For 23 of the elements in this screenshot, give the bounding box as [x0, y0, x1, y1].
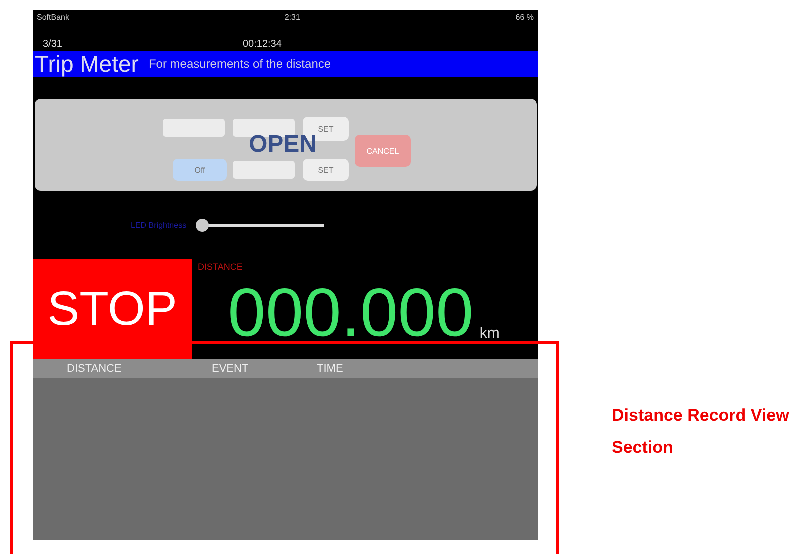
input-field[interactable]: [233, 119, 295, 137]
brightness-label: LED Brightness: [131, 220, 187, 230]
toggle-button[interactable]: Off: [173, 159, 227, 181]
stop-button[interactable]: STOP: [33, 259, 192, 359]
annotation-label: Distance Record View Section: [612, 405, 790, 459]
clock: 2:31: [284, 12, 300, 22]
distance-value: 000.000: [228, 278, 474, 348]
column-header: DISTANCE: [66, 362, 123, 374]
unit-label: km: [480, 325, 500, 344]
app-title: Trip Meter: [35, 50, 139, 78]
input-field[interactable]: [163, 119, 225, 137]
app-subtitle: For measurements of the distance: [148, 57, 332, 71]
column-header: EVENT: [212, 362, 250, 374]
distance-label: DISTANCE: [198, 261, 244, 272]
carrier-label: SoftBank: [37, 12, 70, 22]
slider-thumb[interactable]: [196, 218, 210, 232]
elapsed-time: 00:12:34: [243, 39, 282, 50]
date-label: 3/31: [43, 39, 64, 50]
battery-label: 66 %: [516, 12, 534, 22]
column-header: TIME: [317, 362, 344, 374]
input-field[interactable]: [233, 161, 295, 179]
set-button[interactable]: SET: [303, 159, 349, 181]
cancel-button[interactable]: CANCEL: [355, 135, 411, 167]
